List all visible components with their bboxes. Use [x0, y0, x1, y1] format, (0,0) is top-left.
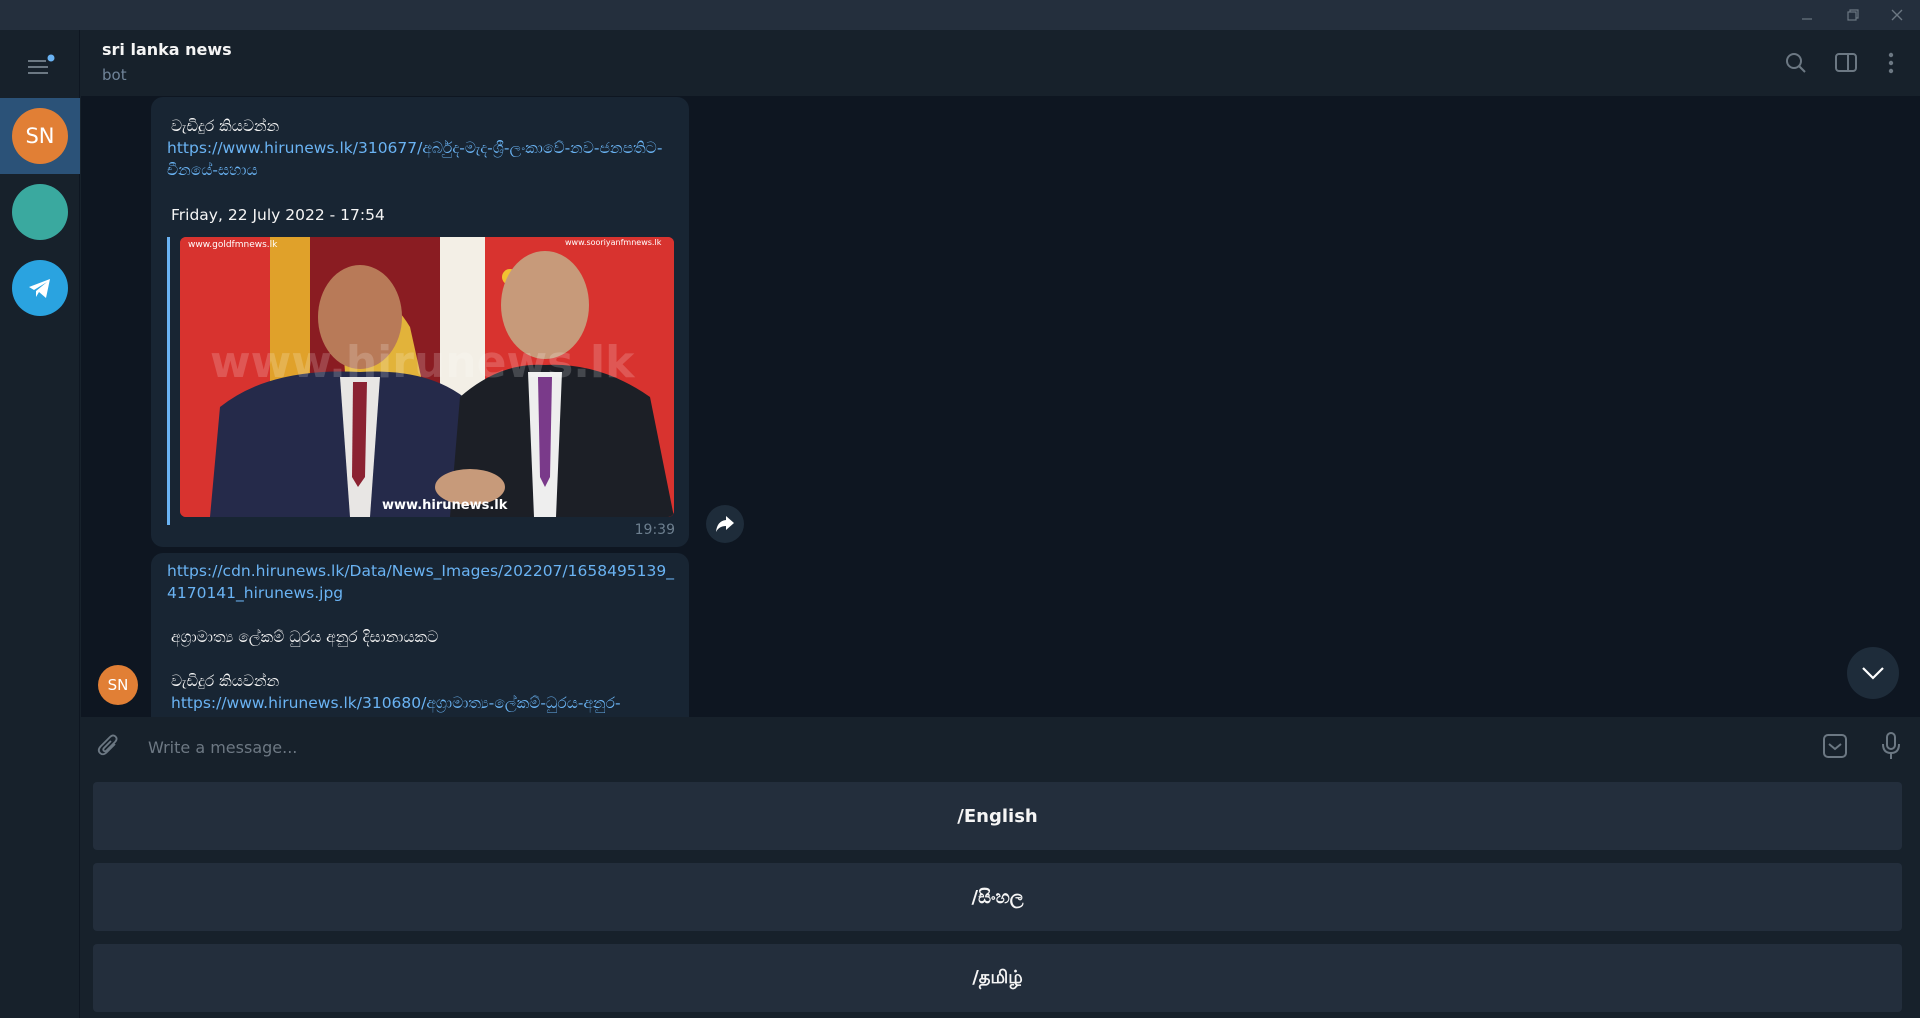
share-arrow-icon: [716, 516, 734, 532]
chat-status: bot: [102, 66, 127, 84]
sidebar-panel-icon: [1835, 53, 1857, 72]
restore-icon: [1847, 9, 1859, 21]
scroll-to-bottom-button[interactable]: [1847, 647, 1899, 699]
close-icon: [1891, 9, 1903, 21]
watermark-center: www.hirunews.lk: [210, 337, 636, 388]
attach-button[interactable]: [94, 731, 124, 761]
message-composer: [81, 718, 1920, 774]
forward-button[interactable]: [706, 505, 744, 543]
chevron-down-icon: [1862, 667, 1884, 680]
close-window-button[interactable]: [1874, 0, 1920, 30]
message-bubble: වැඩිදුර කියවන්න https://www.hirunews.lk/…: [151, 97, 689, 547]
watermark-right: www.sooriyanfmnews.lk: [565, 238, 662, 247]
avatar: SN: [12, 108, 68, 164]
image-link[interactable]: https://cdn.hirunews.lk/Data/News_Images…: [167, 560, 677, 604]
sender-avatar[interactable]: SN: [98, 665, 138, 705]
avatar: [12, 184, 68, 240]
message-input[interactable]: [146, 730, 1750, 764]
link-preview[interactable]: www.goldfmnews.lk www.sooriyanfmnews.lk …: [167, 237, 677, 525]
message-list[interactable]: වැඩිදුර කියවන්න https://www.hirunews.lk/…: [81, 97, 1920, 717]
read-more-text: වැඩිදුර කියවන්න: [171, 672, 280, 690]
news-headline: අග්‍රාමාත්‍ය ලේකම් ධුරය අනුර දිසානායකට: [171, 628, 439, 646]
more-options-button[interactable]: [1876, 48, 1906, 78]
article-link[interactable]: https://www.hirunews.lk/310677/අර්බුද-මැ…: [167, 137, 667, 181]
search-button[interactable]: [1781, 48, 1811, 78]
bot-keyboard-button-tamil[interactable]: /தமிழ்: [93, 944, 1902, 1012]
article-link[interactable]: https://www.hirunews.lk/310680/අග්‍රාමාත…: [171, 692, 671, 714]
sidebar-toggle-button[interactable]: [1831, 48, 1861, 78]
restore-window-button[interactable]: [1830, 0, 1876, 30]
bot-keyboard-button-sinhala[interactable]: /සිංහල: [93, 863, 1902, 931]
message-bubble: https://cdn.hirunews.lk/Data/News_Images…: [151, 553, 689, 717]
read-more-text: වැඩිදුර කියවන්න: [171, 117, 280, 135]
chat-title[interactable]: sri lanka news: [102, 40, 232, 59]
message-time: 19:39: [634, 522, 675, 538]
bot-keyboard-toggle-button[interactable]: [1820, 731, 1850, 761]
paperclip-icon: [97, 734, 118, 756]
preview-image[interactable]: www.goldfmnews.lk www.sooriyanfmnews.lk …: [180, 237, 674, 517]
more-vertical-icon: [1888, 52, 1894, 74]
telegram-icon: [12, 260, 68, 316]
chat-item-sri-lanka-news[interactable]: SN: [0, 98, 80, 174]
hamburger-menu-icon: [28, 54, 55, 74]
main-menu-button[interactable]: [22, 52, 58, 82]
bot-keyboard-icon: [1823, 734, 1847, 758]
microphone-icon: [1882, 732, 1900, 759]
news-photo: www.goldfmnews.lk www.sooriyanfmnews.lk …: [180, 237, 674, 517]
article-date: Friday, 22 July 2022 - 17:54: [171, 206, 385, 224]
chat-header: sri lanka news bot: [81, 30, 1920, 97]
minimize-window-button[interactable]: [1784, 0, 1830, 30]
watermark-left: www.goldfmnews.lk: [188, 240, 278, 250]
voice-record-button[interactable]: [1876, 731, 1906, 761]
bot-keyboard-button-english[interactable]: /English: [93, 782, 1902, 850]
window-title-bar: [0, 0, 1920, 30]
minimize-icon: [1802, 18, 1812, 20]
image-caption: www.hirunews.lk: [382, 498, 508, 513]
chat-item-telegram[interactable]: [0, 250, 80, 326]
chat-item-teal[interactable]: [0, 174, 80, 250]
search-icon: [1786, 53, 1806, 73]
folders-sidebar: SN: [0, 30, 80, 1018]
